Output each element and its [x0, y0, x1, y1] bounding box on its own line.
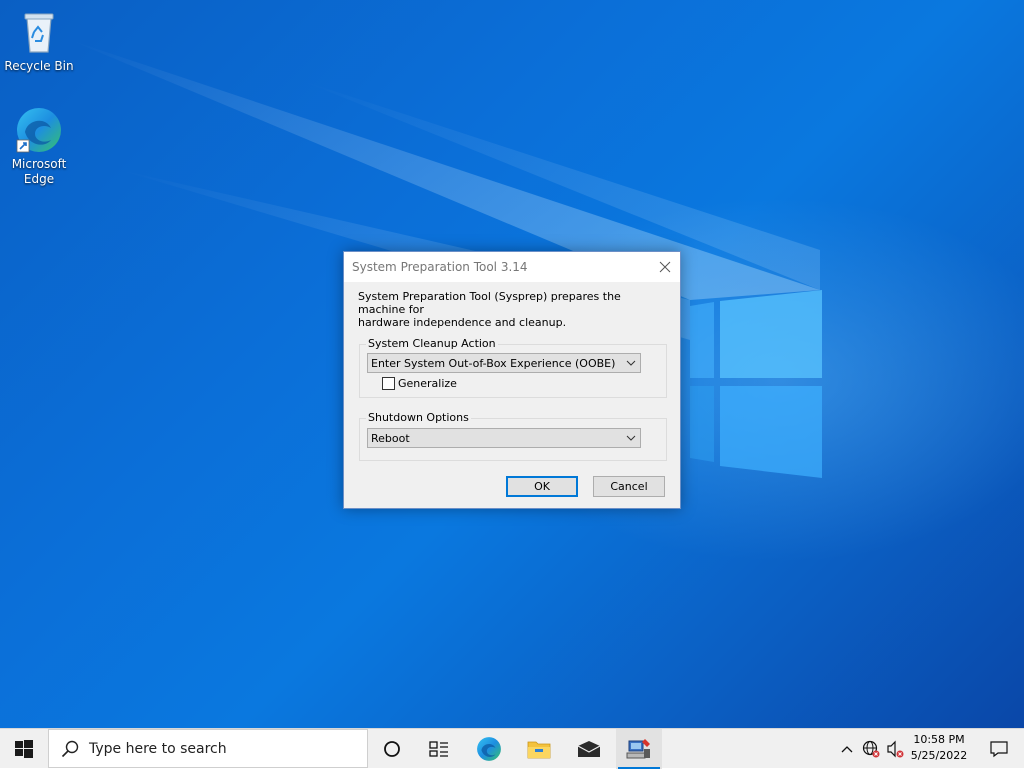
dialog-description: System Preparation Tool (Sysprep) prepar…	[358, 290, 668, 329]
cleanup-action-group-title: System Cleanup Action	[366, 337, 498, 350]
search-placeholder: Type here to search	[89, 741, 227, 757]
edge-icon	[477, 737, 501, 761]
recycle-bin-icon	[15, 8, 63, 56]
notifications-icon	[990, 741, 1008, 758]
shutdown-options-dropdown[interactable]: Reboot	[367, 428, 641, 448]
task-view-button[interactable]	[416, 729, 462, 769]
description-line-1: System Preparation Tool (Sysprep) prepar…	[358, 290, 621, 316]
desktop-icon-edge[interactable]: Microsoft Edge	[1, 106, 77, 187]
task-view-icon	[429, 741, 448, 757]
mail-icon	[577, 741, 601, 757]
dialog-titlebar[interactable]: System Preparation Tool 3.14	[344, 252, 680, 282]
file-explorer-icon	[527, 741, 551, 759]
taskbar-search-box[interactable]: Type here to search	[48, 729, 368, 768]
file-explorer-button[interactable]	[516, 729, 562, 769]
sysprep-dialog: System Preparation Tool 3.14 System Prep…	[343, 251, 681, 509]
cortana-button[interactable]	[369, 729, 415, 769]
start-icon	[15, 740, 33, 758]
clock-date: 5/25/2022	[910, 749, 968, 762]
volume-button[interactable]	[883, 729, 907, 769]
start-button[interactable]	[0, 729, 48, 769]
notifications-button[interactable]	[976, 729, 1022, 769]
taskbar-edge-button[interactable]	[466, 729, 512, 769]
taskbar: Type here to search 10:58 PM 5/25/2022	[0, 728, 1024, 769]
shutdown-options-group: Shutdown Options Reboot	[359, 411, 667, 461]
network-button[interactable]	[859, 729, 883, 769]
clock-time: 10:58 PM	[913, 733, 965, 746]
taskbar-clock[interactable]: 10:58 PM 5/25/2022	[906, 732, 972, 764]
generalize-checkbox[interactable]	[382, 377, 395, 390]
mail-button[interactable]	[566, 729, 612, 769]
sysprep-taskbar-button[interactable]	[616, 729, 662, 769]
sysprep-app-icon	[626, 739, 650, 759]
close-button[interactable]	[650, 252, 680, 282]
cleanup-action-group: System Cleanup Action Enter System Out-o…	[359, 337, 667, 398]
desktop-icon-label-line-1: Microsoft	[11, 157, 67, 171]
dialog-title: System Preparation Tool 3.14	[352, 260, 528, 274]
close-icon	[659, 261, 671, 273]
cleanup-action-dropdown[interactable]: Enter System Out-of-Box Experience (OOBE…	[367, 353, 641, 373]
shutdown-options-group-title: Shutdown Options	[366, 411, 471, 424]
volume-muted-icon	[887, 740, 904, 758]
chevron-down-icon	[626, 435, 636, 441]
desktop: Recycle Bin Microsoft Edge System Prepar…	[0, 0, 1024, 728]
chevron-down-icon	[626, 360, 636, 366]
generalize-label: Generalize	[398, 377, 457, 390]
desktop-icon-label-line-2: Edge	[23, 172, 55, 186]
description-line-2: hardware independence and cleanup.	[358, 316, 567, 329]
edge-icon	[15, 106, 63, 154]
network-icon	[862, 740, 880, 758]
desktop-icon-recycle-bin[interactable]: Recycle Bin	[1, 8, 77, 74]
show-hidden-icons-button[interactable]	[836, 729, 858, 769]
desktop-icon-label: Recycle Bin	[4, 59, 74, 73]
windows-logo-wallpaper	[690, 290, 822, 478]
cancel-button[interactable]: Cancel	[593, 476, 665, 497]
cortana-icon	[384, 741, 400, 757]
search-icon	[61, 740, 79, 758]
shutdown-options-selected: Reboot	[371, 432, 410, 445]
cleanup-action-selected: Enter System Out-of-Box Experience (OOBE…	[371, 357, 616, 370]
ok-button[interactable]: OK	[506, 476, 578, 497]
chevron-up-icon	[841, 746, 853, 753]
